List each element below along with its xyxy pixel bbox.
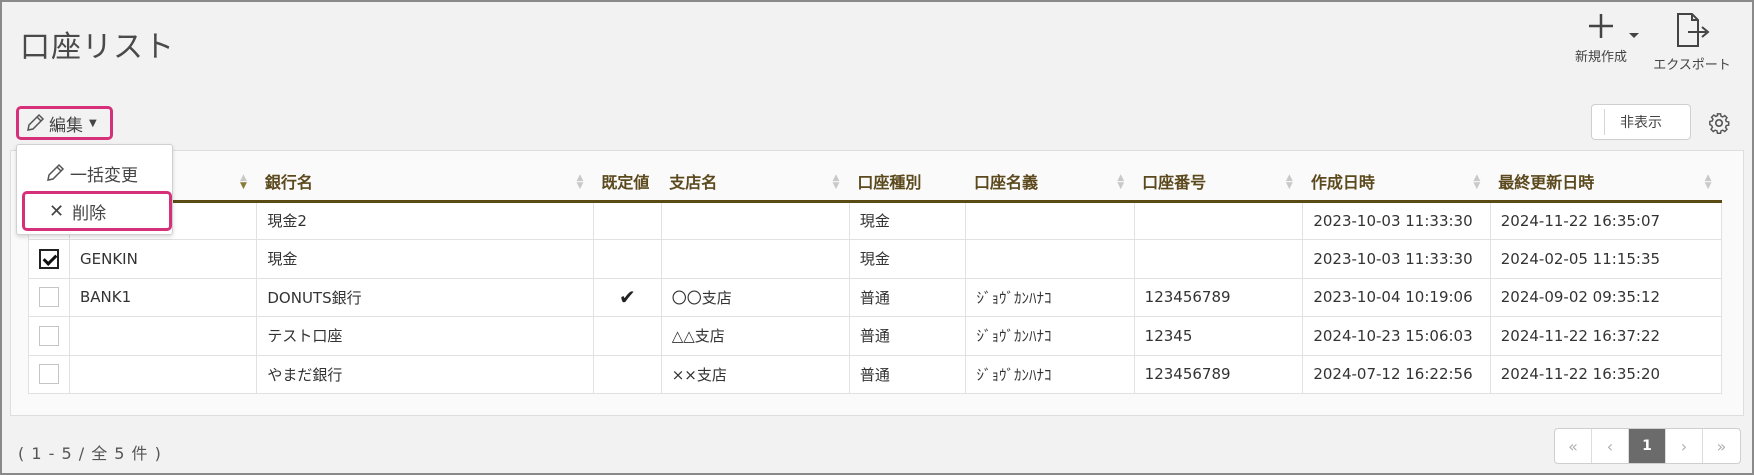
export-label: エクスポート <box>1653 58 1731 73</box>
caret-down-icon <box>1629 33 1639 38</box>
export-icon <box>1677 13 1710 47</box>
cell-bank-link[interactable]: やまだ銀行 <box>256 354 594 394</box>
row-checkbox[interactable] <box>39 364 59 385</box>
new-label: 新規作成 <box>1574 50 1627 65</box>
cell-default <box>592 239 662 279</box>
cell-holder <box>965 239 1135 279</box>
checkmark-icon: ✔ <box>592 277 662 317</box>
cell-created: 2023-10-04 10:19:06 <box>1302 277 1491 317</box>
cell-updated: 2024-11-22 16:37:22 <box>1489 316 1723 356</box>
cell-created: 2024-07-12 16:22:56 <box>1302 354 1491 394</box>
cell-default <box>592 354 662 394</box>
cell-code <box>68 354 258 394</box>
record-count: ( 1 - 5 / 全 5 件 ) <box>18 444 162 463</box>
sort-icon: ▲ ▼ <box>1704 173 1712 191</box>
new-button[interactable]: 新規作成 <box>1556 12 1646 65</box>
table-header-row: ▲ ▼ 銀行名 ▲ ▼ 既定値 支店名 ▲ ▼ 口座種別 口座名義 ▲ ▼ 口座番号 ▲ ▼ 作成… <box>28 163 1722 203</box>
sort-icon: ▲ ▼ <box>1117 173 1125 191</box>
row-checkbox[interactable] <box>39 325 59 346</box>
cell-branch: 〇〇支店 <box>660 277 850 317</box>
cell-bank-link[interactable]: 現金2 <box>256 200 594 240</box>
delete-label: 削除 <box>72 203 107 224</box>
cell-bank-link[interactable]: 現金 <box>256 239 594 279</box>
gear-icon[interactable] <box>1708 112 1730 134</box>
cell-holder: ｼﾞｮｳﾞｶﾝﾊﾅｺ <box>965 354 1135 394</box>
cell-number: 12345 <box>1133 316 1304 356</box>
cell-number <box>1133 239 1304 279</box>
cell-branch: △△支店 <box>660 316 850 356</box>
col-default: 既定値 <box>593 163 662 203</box>
edit-label: 編集 <box>49 115 83 136</box>
pencil-icon <box>27 113 45 131</box>
cell-type: 普通 <box>848 277 967 317</box>
sort-icon: ▲ ▼ <box>239 173 247 191</box>
sort-icon: ▲ ▼ <box>1285 173 1293 191</box>
cell-type: 普通 <box>848 354 967 394</box>
cell-branch: ××支店 <box>660 354 850 394</box>
cell-updated: 2024-11-22 16:35:20 <box>1489 354 1723 394</box>
cell-code <box>68 316 258 356</box>
pagination: « ‹ 1 › » <box>1554 428 1741 464</box>
pager-page-button[interactable]: 1 <box>1629 429 1666 463</box>
menu-item-delete[interactable]: ✕ 削除 <box>22 191 172 231</box>
caret-down-icon: ▼ <box>89 117 97 129</box>
cell-bank-link[interactable]: DONUTS銀行 <box>256 277 594 317</box>
cell-type: 普通 <box>848 316 967 356</box>
cell-default <box>592 316 662 356</box>
sort-icon: ▲ ▼ <box>832 173 840 191</box>
pager-prev-button[interactable]: ‹ <box>1592 429 1629 463</box>
cell-holder: ｼﾞｮｳﾞｶﾝﾊﾅｺ <box>965 277 1135 317</box>
col-created[interactable]: 作成日時 ▲ ▼ <box>1302 163 1491 203</box>
cell-type: 現金 <box>848 239 967 279</box>
cell-number: 123456789 <box>1133 277 1304 317</box>
cell-created: 2024-10-23 15:06:03 <box>1302 316 1491 356</box>
hide-label: 非表示 <box>1620 115 1662 131</box>
accounts-table: ▲ ▼ 銀行名 ▲ ▼ 既定値 支店名 ▲ ▼ 口座種別 口座名義 ▲ ▼ 口座番号 ▲ ▼ 作成… <box>28 163 1723 394</box>
cell-holder: ｼﾞｮｳﾞｶﾝﾊﾅｺ <box>965 316 1135 356</box>
cell-branch <box>660 200 850 240</box>
page-title: 口座リスト <box>20 30 175 65</box>
cell-code: GENKIN <box>68 239 258 279</box>
table-row[interactable]: テスト口座 △△支店 普通 ｼﾞｮｳﾞｶﾝﾊﾅｺ 12345 2024-10-2… <box>28 316 1723 356</box>
menu-item-bulk-change[interactable]: 一括変更 <box>45 157 138 189</box>
cell-holder <box>965 200 1135 240</box>
cell-created: 2023-10-03 11:33:30 <box>1302 239 1491 279</box>
cell-updated: 2024-02-05 11:15:35 <box>1489 239 1723 279</box>
table-row[interactable]: 現金2 現金 2023-10-03 11:33:30 2024-11-22 16… <box>28 200 1723 240</box>
cell-default <box>592 200 662 240</box>
pager-last-button[interactable]: » <box>1703 429 1740 463</box>
cell-number: 123456789 <box>1133 354 1304 394</box>
edit-dropdown-menu: 一括変更 ✕ 削除 <box>16 144 173 235</box>
pager-first-button[interactable]: « <box>1555 429 1592 463</box>
table-row[interactable]: GENKIN 現金 現金 2023-10-03 11:33:30 2024-02… <box>28 239 1723 279</box>
sort-icon: ▲ ▼ <box>576 173 584 191</box>
export-button[interactable]: エクスポート <box>1644 12 1740 73</box>
table-row[interactable]: やまだ銀行 ××支店 普通 ｼﾞｮｳﾞｶﾝﾊﾅｺ 123456789 2024-… <box>28 354 1723 394</box>
close-icon: ✕ <box>49 200 65 222</box>
row-checkbox[interactable] <box>39 248 59 269</box>
plus-icon <box>1589 14 1613 38</box>
col-holder[interactable]: 口座名義 ▲ ▼ <box>965 163 1135 203</box>
pager-next-button[interactable]: › <box>1666 429 1703 463</box>
col-branch[interactable]: 支店名 ▲ ▼ <box>661 163 850 203</box>
sort-icon: ▲ ▼ <box>1473 173 1481 191</box>
col-type: 口座種別 <box>849 163 966 203</box>
hide-button[interactable]: 非表示 <box>1591 104 1691 140</box>
cell-created: 2023-10-03 11:33:30 <box>1302 200 1491 240</box>
row-checkbox[interactable] <box>39 287 59 308</box>
bulk-change-label: 一括変更 <box>70 165 138 186</box>
pencil-icon <box>47 163 65 181</box>
col-number[interactable]: 口座番号 ▲ ▼ <box>1134 163 1303 203</box>
cell-branch <box>660 239 850 279</box>
col-bank[interactable]: 銀行名 ▲ ▼ <box>256 163 594 203</box>
col-updated[interactable]: 最終更新日時 ▲ ▼ <box>1490 163 1722 203</box>
cell-type: 現金 <box>848 200 967 240</box>
table-row[interactable]: BANK1 DONUTS銀行 ✔ 〇〇支店 普通 ｼﾞｮｳﾞｶﾝﾊﾅｺ 1234… <box>28 277 1723 317</box>
cell-number <box>1133 200 1304 240</box>
cell-bank-link[interactable]: テスト口座 <box>256 316 594 356</box>
cell-updated: 2024-11-22 16:35:07 <box>1489 200 1723 240</box>
cell-updated: 2024-09-02 09:35:12 <box>1489 277 1723 317</box>
cell-code: BANK1 <box>68 277 258 317</box>
edit-dropdown-button[interactable]: 編集 ▼ <box>16 106 113 140</box>
